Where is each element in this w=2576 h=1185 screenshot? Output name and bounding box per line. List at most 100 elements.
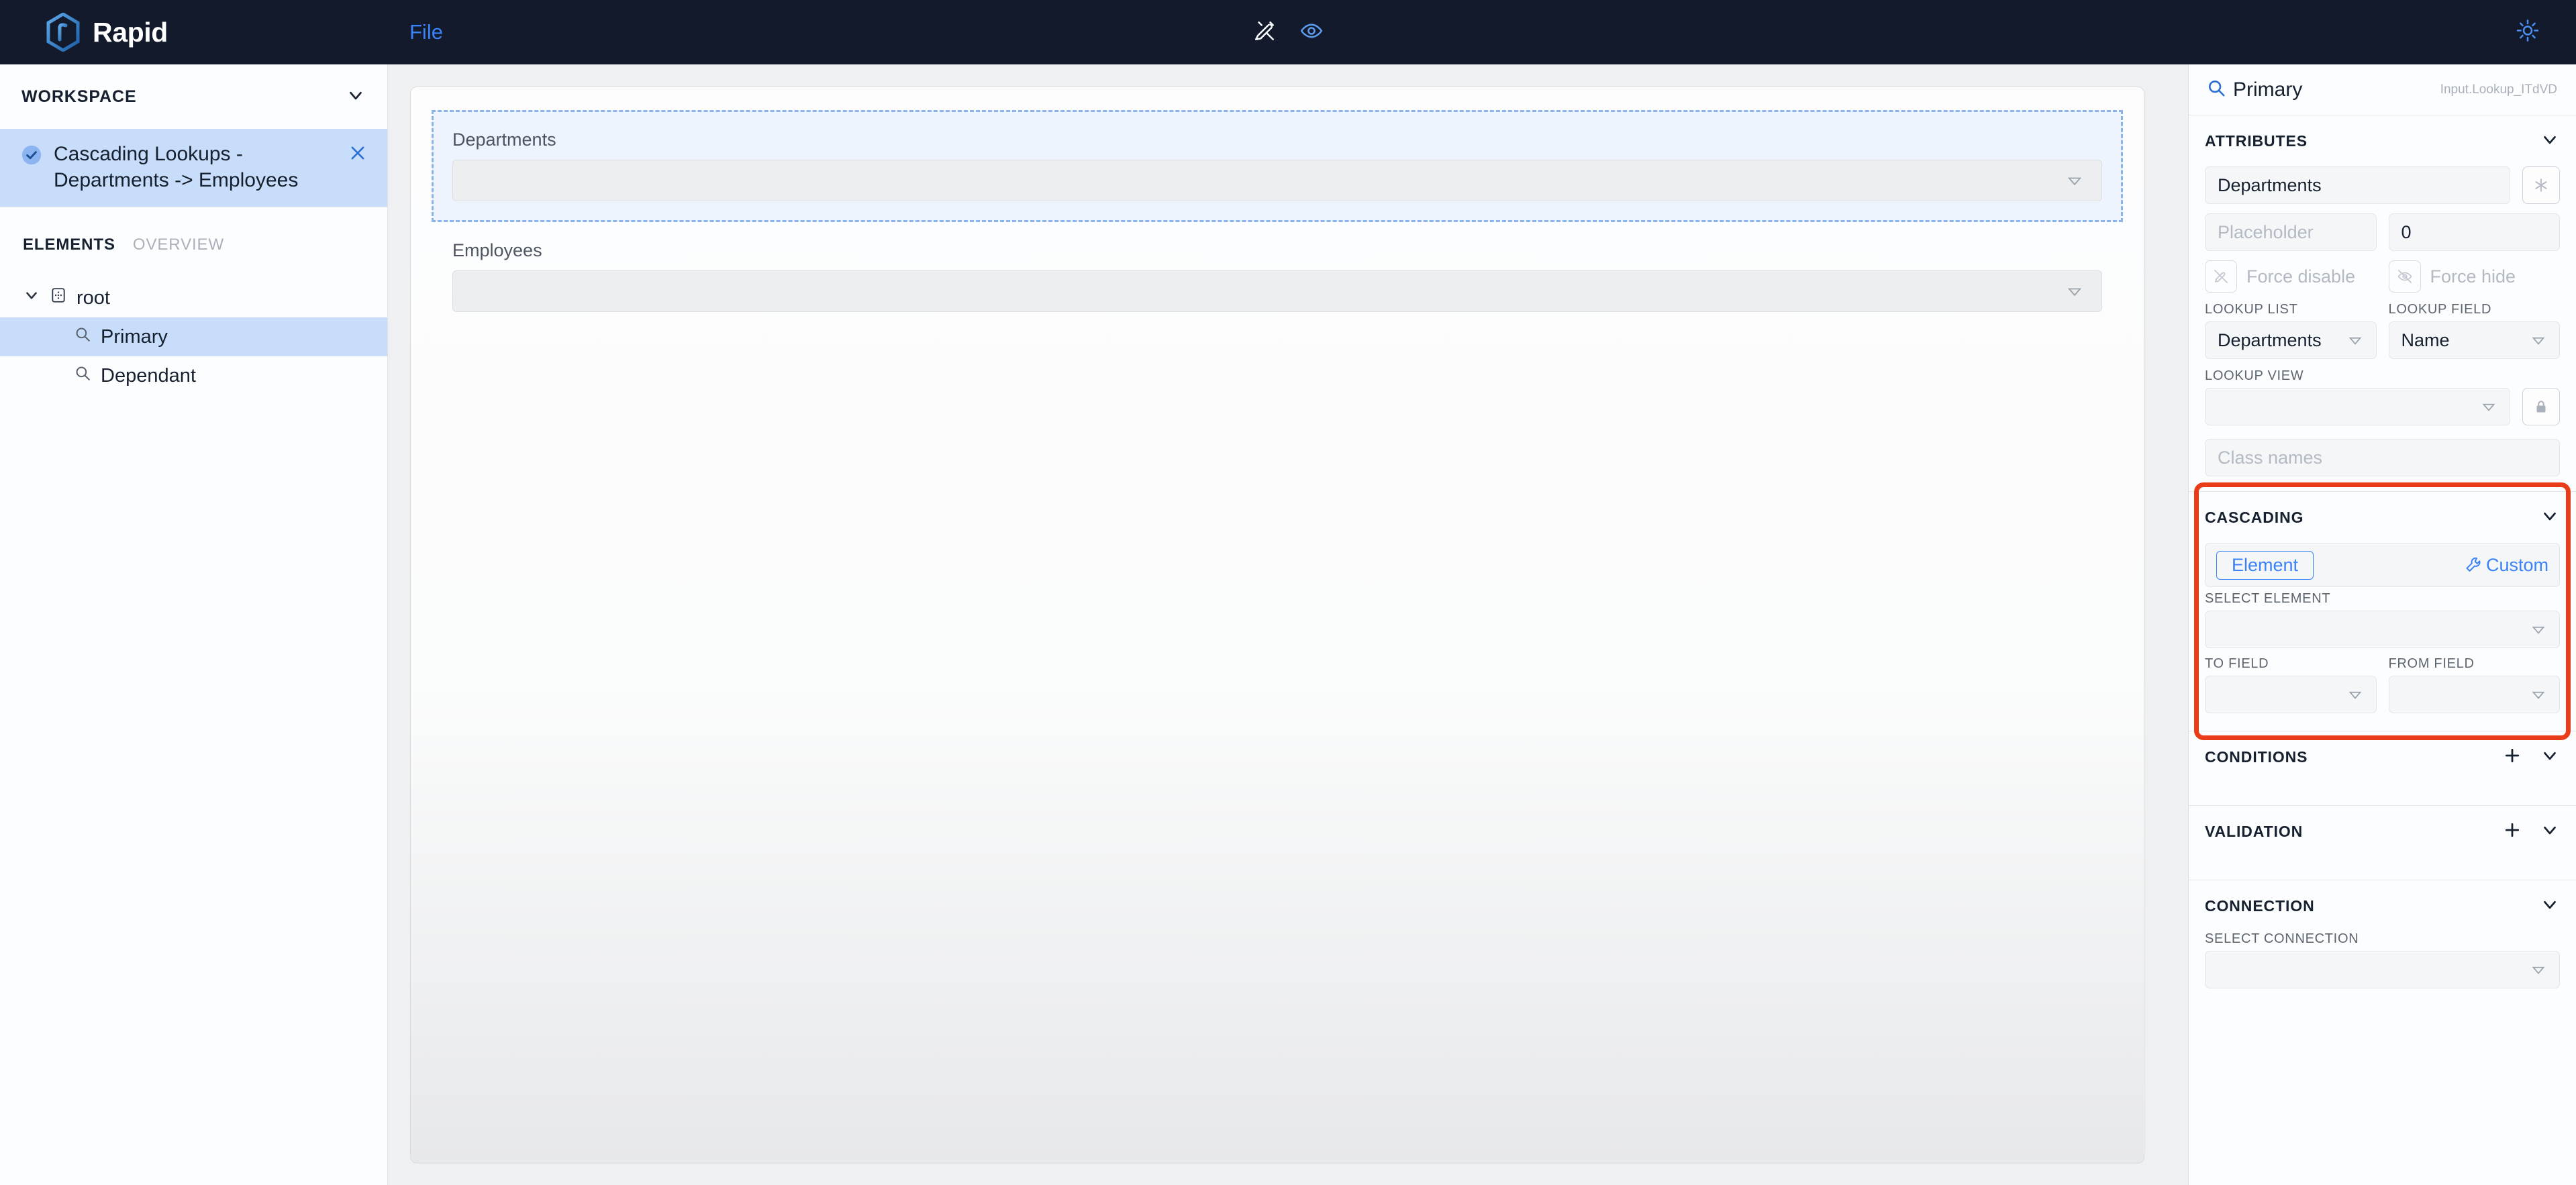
lookup-list-field-row: LOOKUP LIST Departments LOOKUP FIELD Nam… [2205, 302, 2560, 359]
brand-logo[interactable]: Rapid [0, 13, 389, 52]
menu-file[interactable]: File [409, 20, 443, 44]
validation-header[interactable]: VALIDATION [2205, 806, 2560, 857]
topbar-center-icons [1253, 19, 1323, 46]
form-field-departments[interactable]: Departments [432, 110, 2123, 222]
element-name-input[interactable]: Departments [2205, 166, 2510, 204]
attr-placeholder-row: Placeholder 0 [2205, 213, 2560, 251]
tree-item-dependant[interactable]: Dependant [0, 356, 387, 395]
plus-icon[interactable] [2502, 745, 2522, 769]
sidebar-tabs: ELEMENTS OVERVIEW [0, 207, 387, 254]
chevron-down-icon[interactable] [346, 85, 366, 109]
required-toggle-button[interactable] [2522, 166, 2560, 204]
lock-icon [2536, 401, 2546, 413]
chevron-down-icon[interactable] [2540, 506, 2560, 529]
section-title: ATTRIBUTES [2205, 132, 2308, 150]
chevron-down-icon [2532, 966, 2545, 974]
from-field-dropdown[interactable] [2388, 676, 2560, 713]
chevron-down-icon[interactable] [2540, 745, 2560, 769]
brand-name: Rapid [93, 16, 168, 48]
from-field-label: FROM FIELD [2388, 656, 2475, 671]
form-field-employees[interactable]: Employees [432, 221, 2122, 332]
theme-toggle[interactable] [2516, 19, 2540, 46]
eye-off-icon [2388, 260, 2421, 293]
panel-bottom-spacer [2189, 1003, 2576, 1185]
to-field-label: TO FIELD [2205, 656, 2269, 671]
section-title: CONDITIONS [2205, 748, 2308, 766]
lookup-view-block: LOOKUP VIEW [2205, 368, 2560, 425]
chevron-down-icon [2482, 403, 2495, 411]
to-field-dropdown[interactable] [2205, 676, 2377, 713]
tree-item-label: Dependant [101, 364, 196, 387]
attr-force-row: Force disable Force hide [2205, 260, 2560, 293]
chevron-down-icon [2532, 337, 2545, 345]
lookup-view-lock-button[interactable] [2522, 388, 2560, 425]
section-validation: VALIDATION [2189, 806, 2576, 880]
wrench-icon [2466, 557, 2481, 572]
chevron-down-icon [2532, 691, 2545, 699]
element-tree: root Primary Dependant [0, 278, 387, 395]
section-attributes: ATTRIBUTES Departments Placeholder 0 For… [2189, 115, 2576, 492]
order-input[interactable]: 0 [2388, 213, 2560, 251]
search-icon [2206, 78, 2226, 101]
class-names-input[interactable]: Class names [2205, 439, 2560, 476]
conditions-header[interactable]: CONDITIONS [2205, 731, 2560, 782]
tree-item-label: root [77, 287, 110, 309]
cascading-fields-row: TO FIELD FROM FIELD [2205, 656, 2560, 713]
tree-item-root[interactable]: root [0, 278, 387, 317]
tree-item-primary[interactable]: Primary [0, 317, 387, 356]
attr-name-row: Departments [2205, 166, 2560, 204]
workspace-header[interactable]: WORKSPACE [0, 64, 387, 129]
app-root: Rapid File WORKSPACE Cascading Lookups -… [0, 0, 2576, 1185]
pencil-design-icon[interactable] [1253, 19, 1276, 46]
tab-elements[interactable]: ELEMENTS [23, 236, 115, 254]
close-icon[interactable] [348, 144, 367, 166]
search-icon [74, 364, 91, 387]
chevron-down-icon [2532, 626, 2545, 634]
attributes-header[interactable]: ATTRIBUTES [2205, 115, 2560, 166]
workspace-item-label: Cascading Lookups - Departments -> Emplo… [54, 143, 299, 191]
force-hide-label: Force hide [2430, 266, 2516, 287]
section-title: VALIDATION [2205, 822, 2303, 840]
lookup-field-select[interactable]: Name [2388, 321, 2560, 359]
lookup-field-value: Name [2401, 329, 2450, 350]
section-title: CONNECTION [2205, 896, 2315, 915]
select-element-dropdown[interactable] [2205, 611, 2560, 648]
form-canvas[interactable]: Departments Employees [410, 87, 2144, 1164]
lookup-view-select[interactable] [2205, 388, 2510, 425]
asterisk-icon [2535, 178, 2547, 192]
tab-overview[interactable]: OVERVIEW [133, 236, 224, 254]
chevron-down-icon[interactable] [2540, 130, 2560, 153]
chevron-down-icon[interactable] [2540, 820, 2560, 843]
check-circle-icon [20, 144, 44, 170]
lookup-field-label: LOOKUP FIELD [2388, 302, 2492, 317]
select-element-label: SELECT ELEMENT [2205, 591, 2331, 606]
chevron-down-icon[interactable] [23, 287, 40, 309]
departments-select[interactable] [452, 160, 2102, 201]
plus-icon[interactable] [2502, 820, 2522, 843]
workspace-item[interactable]: Cascading Lookups - Departments -> Emplo… [0, 129, 387, 207]
placeholder-input[interactable]: Placeholder [2205, 213, 2377, 251]
search-icon [74, 325, 91, 348]
section-conditions: CONDITIONS [2189, 731, 2576, 806]
page-title: Primary [2233, 78, 2303, 101]
select-connection-dropdown[interactable] [2205, 951, 2560, 988]
main-body: WORKSPACE Cascading Lookups - Department… [0, 64, 2576, 1185]
cascading-header[interactable]: CASCADING [2205, 492, 2560, 543]
force-disable-toggle[interactable]: Force disable [2205, 260, 2377, 293]
cascading-mode-element-button[interactable]: Element [2216, 550, 2314, 580]
connection-header[interactable]: CONNECTION [2205, 880, 2560, 931]
lookup-list-select[interactable]: Departments [2205, 321, 2377, 359]
cascading-mode-custom-button[interactable]: Custom [2465, 555, 2548, 576]
force-hide-toggle[interactable]: Force hide [2388, 260, 2561, 293]
eye-icon[interactable] [1300, 19, 1323, 46]
section-cascading: CASCADING Element Custom SELECT ELEMENT [2189, 482, 2576, 740]
lookup-view-label: LOOKUP VIEW [2205, 368, 2304, 383]
select-connection-label: SELECT CONNECTION [2205, 931, 2359, 946]
pen-off-icon [2205, 260, 2237, 293]
cascading-mode-switch: Element Custom [2205, 543, 2560, 587]
lookup-list-label: LOOKUP LIST [2205, 302, 2298, 317]
sun-icon [2516, 19, 2539, 42]
chevron-down-icon [2067, 288, 2082, 297]
employees-select[interactable] [452, 270, 2102, 312]
chevron-down-icon[interactable] [2540, 894, 2560, 918]
